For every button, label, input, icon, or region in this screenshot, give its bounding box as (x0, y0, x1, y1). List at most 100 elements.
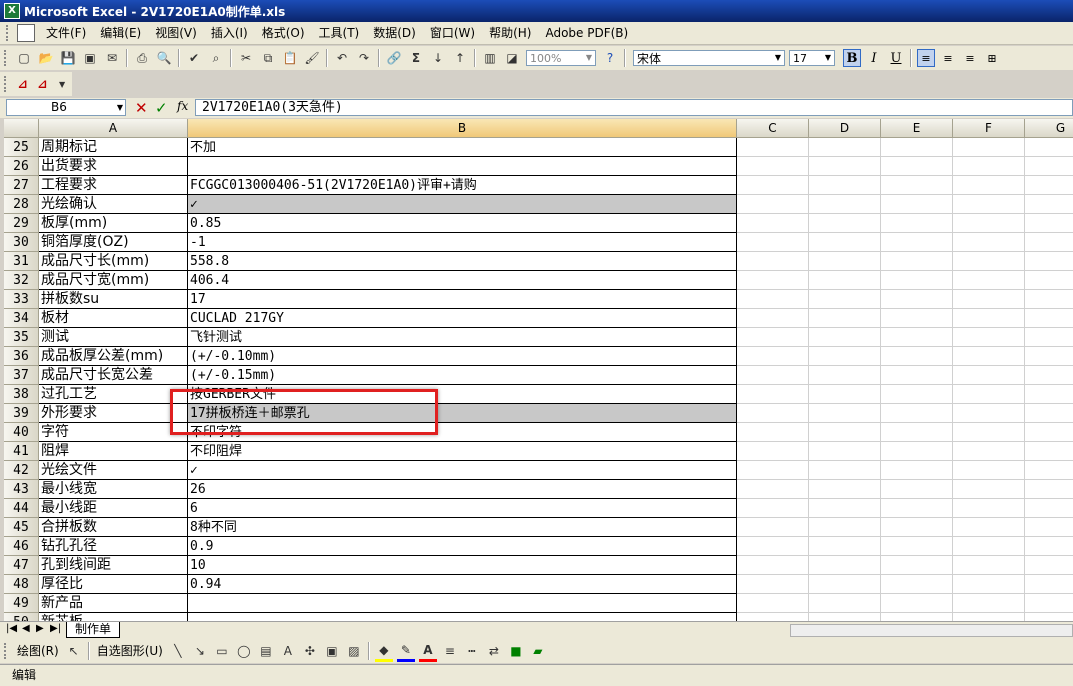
cell-empty[interactable] (953, 176, 1025, 195)
cell-empty[interactable] (953, 328, 1025, 347)
cell-empty[interactable] (953, 537, 1025, 556)
cell-empty[interactable] (881, 176, 953, 195)
open-icon[interactable]: 📂 (37, 49, 55, 67)
toolbar-grip[interactable] (4, 643, 9, 659)
cut-icon[interactable]: ✂ (237, 49, 255, 67)
cell-a[interactable]: 铜箔厚度(OZ) (39, 233, 188, 252)
cell-empty[interactable] (1025, 613, 1073, 621)
cell-empty[interactable] (953, 518, 1025, 537)
cell-empty[interactable] (881, 233, 953, 252)
cell-a[interactable]: 厚径比 (39, 575, 188, 594)
cell-empty[interactable] (1025, 385, 1073, 404)
cell-empty[interactable] (809, 309, 881, 328)
cell-empty[interactable] (809, 271, 881, 290)
row-header[interactable]: 32 (4, 271, 39, 290)
first-sheet-icon[interactable]: |◀ (6, 623, 17, 634)
rectangle-icon[interactable]: ▭ (213, 642, 231, 660)
cell-empty[interactable] (809, 233, 881, 252)
column-header-g[interactable]: G (1025, 119, 1073, 138)
cell-empty[interactable] (1025, 195, 1073, 214)
row-header[interactable]: 39 (4, 404, 39, 423)
row-header[interactable]: 26 (4, 157, 39, 176)
row-header[interactable]: 38 (4, 385, 39, 404)
cell-empty[interactable] (881, 309, 953, 328)
cell-a[interactable]: 新芯板 (39, 613, 188, 621)
chevron-down-icon[interactable]: ▼ (117, 100, 123, 115)
row-header[interactable]: 44 (4, 499, 39, 518)
merge-center-icon[interactable]: ⊞ (983, 49, 1001, 67)
convert-and-email-pdf-icon[interactable]: ⊿ (34, 75, 50, 93)
cell-empty[interactable] (881, 366, 953, 385)
cell-b[interactable]: 558.8 (188, 252, 737, 271)
cell-empty[interactable] (953, 138, 1025, 157)
copy-icon[interactable]: ⧉ (259, 49, 277, 67)
menu-view[interactable]: 视图(V) (148, 22, 204, 44)
cell-a[interactable]: 板材 (39, 309, 188, 328)
name-box[interactable]: B6 ▼ (6, 99, 126, 116)
menu-tools[interactable]: 工具(T) (312, 22, 367, 44)
sort-ascending-icon[interactable]: ↓ (429, 49, 447, 67)
clipart-icon[interactable]: ▣ (323, 642, 341, 660)
cell-empty[interactable] (737, 271, 809, 290)
oval-icon[interactable]: ◯ (235, 642, 253, 660)
column-header-e[interactable]: E (881, 119, 953, 138)
cell-empty[interactable] (881, 442, 953, 461)
cell-empty[interactable] (737, 613, 809, 621)
cell-b[interactable]: 17 (188, 290, 737, 309)
cell-empty[interactable] (737, 195, 809, 214)
cell-empty[interactable] (809, 537, 881, 556)
toolbar-grip[interactable] (4, 76, 9, 92)
redo-icon[interactable]: ↷ (355, 49, 373, 67)
cell-empty[interactable] (1025, 290, 1073, 309)
cell-b[interactable]: 0.85 (188, 214, 737, 233)
column-header-c[interactable]: C (737, 119, 809, 138)
cell-empty[interactable] (1025, 157, 1073, 176)
cell-empty[interactable] (737, 157, 809, 176)
chart-wizard-icon[interactable]: ▥ (481, 49, 499, 67)
print-preview-icon[interactable]: 🔍 (155, 49, 173, 67)
cell-empty[interactable] (953, 499, 1025, 518)
cell-b[interactable]: 8种不同 (188, 518, 737, 537)
row-header[interactable]: 31 (4, 252, 39, 271)
cell-empty[interactable] (1025, 537, 1073, 556)
cell-empty[interactable] (881, 499, 953, 518)
cell-empty[interactable] (953, 461, 1025, 480)
cell-empty[interactable] (953, 309, 1025, 328)
menu-edit[interactable]: 编辑(E) (93, 22, 148, 44)
cell-a[interactable]: 成品板厚公差(mm) (39, 347, 188, 366)
help-icon[interactable]: ? (601, 49, 619, 67)
autoshapes-menu[interactable]: 自选图形(U) (93, 640, 167, 662)
mail-icon[interactable]: ✉ (103, 49, 121, 67)
cell-empty[interactable] (881, 328, 953, 347)
cell-a[interactable]: 出货要求 (39, 157, 188, 176)
cell-a[interactable]: 成品尺寸长宽公差 (39, 366, 188, 385)
cell-b[interactable] (188, 613, 737, 621)
cell-empty[interactable] (809, 385, 881, 404)
row-header[interactable]: 45 (4, 518, 39, 537)
undo-icon[interactable]: ↶ (333, 49, 351, 67)
menu-window[interactable]: 窗口(W) (423, 22, 482, 44)
cell-empty[interactable] (953, 233, 1025, 252)
cell-empty[interactable] (809, 290, 881, 309)
cell-empty[interactable] (1025, 233, 1073, 252)
menu-adobe-pdf[interactable]: Adobe PDF(B) (538, 22, 635, 44)
cell-b[interactable]: 6 (188, 499, 737, 518)
cell-a[interactable]: 工程要求 (39, 176, 188, 195)
sort-descending-icon[interactable]: ↑ (451, 49, 469, 67)
cell-a[interactable]: 测试 (39, 328, 188, 347)
cell-a[interactable]: 新产品 (39, 594, 188, 613)
row-header[interactable]: 41 (4, 442, 39, 461)
cell-b[interactable]: 406.4 (188, 271, 737, 290)
font-name-select[interactable]: 宋体 ▼ (633, 50, 785, 66)
toolbar-options-icon[interactable]: ▼ (54, 75, 70, 93)
cell-empty[interactable] (737, 290, 809, 309)
toolbar-grip[interactable] (4, 50, 9, 66)
cell-empty[interactable] (881, 461, 953, 480)
next-sheet-icon[interactable]: ▶ (36, 623, 44, 634)
cell-empty[interactable] (1025, 176, 1073, 195)
cell-empty[interactable] (1025, 309, 1073, 328)
cell-empty[interactable] (737, 366, 809, 385)
diagram-icon[interactable]: ✣ (301, 642, 319, 660)
arrow-style-icon[interactable]: ⇄ (485, 642, 503, 660)
cell-empty[interactable] (953, 423, 1025, 442)
